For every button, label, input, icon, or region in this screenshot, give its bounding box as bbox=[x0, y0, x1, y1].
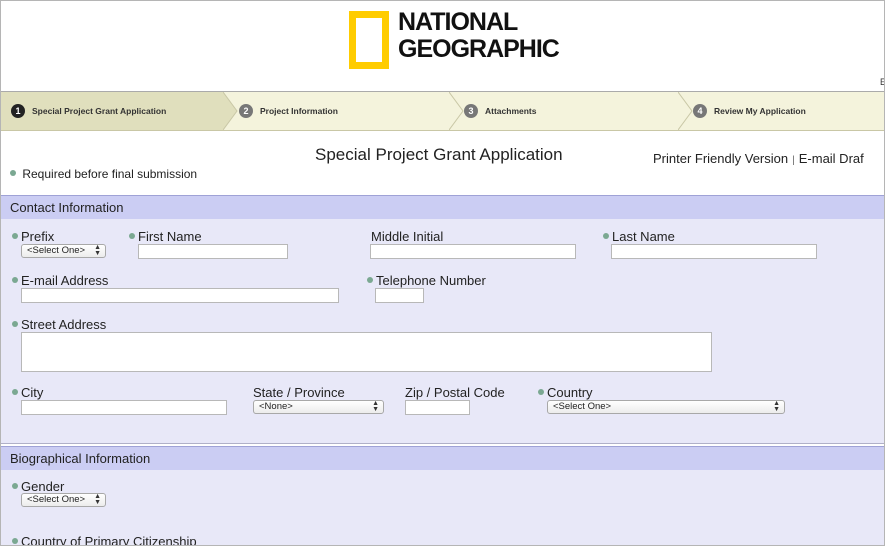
telephone-field[interactable] bbox=[375, 288, 424, 303]
required-note-text: Required before final submission bbox=[22, 167, 198, 181]
prefix-select[interactable]: <Select One> ▲ ▼ bbox=[21, 244, 106, 258]
printer-friendly-link[interactable]: Printer Friendly Version bbox=[653, 151, 788, 166]
citizenship-label: Country of Primary Citizenship bbox=[12, 534, 197, 546]
select-arrows-icon: ▲ ▼ bbox=[94, 244, 101, 257]
links-separator: | bbox=[792, 155, 795, 166]
state-select[interactable]: <None> ▲ ▼ bbox=[253, 400, 384, 414]
country-label: Country bbox=[538, 385, 593, 400]
middle-initial-field[interactable] bbox=[370, 244, 576, 259]
prefix-label: Prefix bbox=[12, 229, 54, 244]
required-dot-icon bbox=[12, 537, 18, 544]
step-1-label: Special Project Grant Application bbox=[32, 106, 167, 116]
state-select-value: <None> bbox=[259, 401, 293, 412]
contact-section: Contact Information Prefix <Select One> … bbox=[1, 195, 884, 443]
required-dot-icon bbox=[603, 232, 609, 239]
logo-line-2: GEOGRAPHIC bbox=[398, 35, 560, 63]
step-1[interactable]: 1 Special Project Grant Application bbox=[1, 92, 223, 130]
step-4[interactable]: 4 Review My Application bbox=[693, 92, 806, 130]
email-label-text: E-mail Address bbox=[21, 273, 109, 288]
last-name-label-text: Last Name bbox=[612, 229, 675, 244]
city-label-text: City bbox=[21, 385, 44, 400]
street-label-text: Street Address bbox=[21, 317, 107, 332]
street-label: Street Address bbox=[12, 317, 106, 332]
bio-section: Biographical Information Gender <Select … bbox=[1, 446, 884, 546]
citizenship-label-text: Country of Primary Citizenship bbox=[21, 534, 197, 546]
prefix-select-value: <Select One> bbox=[27, 245, 86, 256]
natgeo-logo-border-icon bbox=[349, 11, 389, 69]
gender-select-value: <Select One> bbox=[27, 494, 86, 505]
site-header: NATIONAL GEOGRAPHIC E bbox=[1, 1, 884, 91]
step-1-number-icon: 1 bbox=[11, 104, 25, 118]
country-select[interactable]: <Select One> ▲ ▼ bbox=[547, 400, 785, 414]
step-2-label: Project Information bbox=[260, 106, 338, 116]
application-steps: 1 Special Project Grant Application 2 Pr… bbox=[1, 92, 884, 131]
required-dot-icon bbox=[129, 232, 135, 239]
required-dot-icon bbox=[12, 232, 18, 239]
step-3-label: Attachments bbox=[485, 106, 537, 116]
email-label: E-mail Address bbox=[12, 273, 108, 288]
step-3-number-icon: 3 bbox=[464, 104, 478, 118]
first-name-label-text: First Name bbox=[138, 229, 202, 244]
step-4-number-icon: 4 bbox=[693, 104, 707, 118]
city-label: City bbox=[12, 385, 43, 400]
last-name-field[interactable] bbox=[611, 244, 817, 259]
section-divider bbox=[1, 443, 884, 444]
city-field[interactable] bbox=[21, 400, 227, 415]
country-select-value: <Select One> bbox=[553, 401, 612, 412]
first-name-field[interactable] bbox=[138, 244, 288, 259]
step-3[interactable]: 3 Attachments bbox=[464, 92, 536, 130]
zip-field[interactable] bbox=[405, 400, 470, 415]
zip-label: Zip / Postal Code bbox=[405, 385, 505, 400]
last-name-label: Last Name bbox=[603, 229, 675, 244]
header-corner-text: E bbox=[880, 77, 884, 87]
telephone-label-text: Telephone Number bbox=[376, 273, 486, 288]
email-draft-link[interactable]: E-mail Draf bbox=[799, 151, 864, 166]
required-legend: Required before final submission bbox=[10, 167, 197, 181]
contact-section-heading: Contact Information bbox=[1, 195, 884, 219]
country-label-text: Country bbox=[547, 385, 593, 400]
logo-line-1: NATIONAL bbox=[398, 8, 518, 36]
gender-label-text: Gender bbox=[21, 479, 65, 494]
select-arrows-icon: ▲ ▼ bbox=[94, 493, 101, 506]
natgeo-logo[interactable]: NATIONAL GEOGRAPHIC bbox=[398, 8, 560, 63]
select-arrows-icon: ▲ ▼ bbox=[372, 400, 379, 413]
bio-section-heading: Biographical Information bbox=[1, 446, 884, 470]
gender-label: Gender bbox=[12, 479, 64, 494]
prefix-label-text: Prefix bbox=[21, 229, 55, 244]
required-dot-icon bbox=[10, 169, 16, 176]
step-2-number-icon: 2 bbox=[239, 104, 253, 118]
middle-initial-label: Middle Initial bbox=[371, 229, 444, 244]
telephone-label: Telephone Number bbox=[367, 273, 486, 288]
step-4-label: Review My Application bbox=[714, 106, 806, 116]
required-dot-icon bbox=[12, 276, 18, 283]
required-dot-icon bbox=[367, 276, 373, 283]
select-arrows-icon: ▲ ▼ bbox=[773, 400, 780, 413]
gender-select[interactable]: <Select One> ▲ ▼ bbox=[21, 493, 106, 507]
street-address-field[interactable] bbox=[21, 332, 712, 372]
step-2[interactable]: 2 Project Information bbox=[239, 92, 338, 130]
page-title: Special Project Grant Application bbox=[315, 145, 563, 164]
required-dot-icon bbox=[12, 482, 18, 489]
required-dot-icon bbox=[538, 388, 544, 395]
application-window: NATIONAL GEOGRAPHIC E 1 Special Project … bbox=[0, 0, 885, 546]
required-dot-icon bbox=[12, 388, 18, 395]
state-label: State / Province bbox=[253, 385, 345, 400]
print-email-links: Printer Friendly Version | E-mail Draf bbox=[653, 151, 864, 166]
required-dot-icon bbox=[12, 320, 18, 327]
first-name-label: First Name bbox=[129, 229, 202, 244]
email-field[interactable] bbox=[21, 288, 339, 303]
